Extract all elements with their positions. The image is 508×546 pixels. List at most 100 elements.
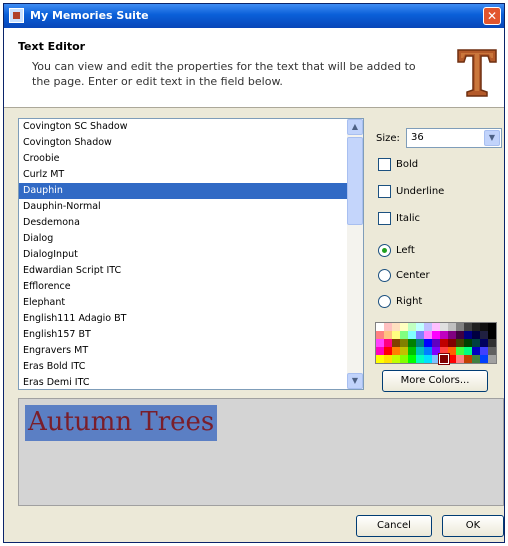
color-swatch[interactable] xyxy=(384,331,392,339)
color-swatch[interactable] xyxy=(416,331,424,339)
scroll-down-button[interactable]: ▼ xyxy=(347,373,363,389)
font-list-item[interactable]: Eras Bold ITC xyxy=(19,359,347,375)
scroll-thumb[interactable] xyxy=(347,137,363,225)
color-swatch[interactable] xyxy=(424,331,432,339)
color-swatch[interactable] xyxy=(448,323,456,331)
font-list-item[interactable]: Covington SC Shadow xyxy=(19,119,347,135)
font-list-item[interactable]: Curlz MT xyxy=(19,167,347,183)
color-swatch[interactable] xyxy=(392,347,400,355)
font-list-item[interactable]: DialogInput xyxy=(19,247,347,263)
radio-button[interactable] xyxy=(378,244,391,257)
size-dropdown[interactable]: 36 ▼ xyxy=(406,128,502,148)
font-list-item[interactable]: Elephant xyxy=(19,295,347,311)
color-swatch[interactable] xyxy=(432,347,440,355)
color-swatch[interactable] xyxy=(416,355,424,363)
color-swatch[interactable] xyxy=(408,323,416,331)
chevron-down-icon[interactable]: ▼ xyxy=(484,130,500,146)
font-list-item[interactable]: Eras Demi ITC xyxy=(19,375,347,389)
color-swatch[interactable] xyxy=(480,355,488,363)
color-swatch[interactable] xyxy=(488,331,496,339)
color-swatch[interactable] xyxy=(408,347,416,355)
color-swatch[interactable] xyxy=(392,355,400,363)
color-swatch[interactable] xyxy=(472,347,480,355)
color-swatch[interactable] xyxy=(432,331,440,339)
font-list-item[interactable]: Covington Shadow xyxy=(19,135,347,151)
color-swatch[interactable] xyxy=(480,339,488,347)
color-swatch[interactable] xyxy=(408,355,416,363)
color-swatch[interactable] xyxy=(440,323,448,331)
color-swatch[interactable] xyxy=(392,331,400,339)
radio-button[interactable] xyxy=(378,269,391,282)
color-swatch[interactable] xyxy=(488,355,496,363)
color-swatch[interactable] xyxy=(384,347,392,355)
color-swatch[interactable] xyxy=(376,339,384,347)
font-list-item[interactable]: Engravers MT xyxy=(19,343,347,359)
ok-button[interactable]: OK xyxy=(442,515,504,537)
color-swatch[interactable] xyxy=(456,339,464,347)
color-swatch[interactable] xyxy=(376,323,384,331)
more-colors-button[interactable]: More Colors... xyxy=(382,370,488,392)
color-swatch[interactable] xyxy=(472,339,480,347)
color-swatch[interactable] xyxy=(456,331,464,339)
color-swatch[interactable] xyxy=(408,339,416,347)
color-swatch[interactable] xyxy=(448,355,456,363)
text-preview-field[interactable]: Autumn Trees xyxy=(18,398,504,506)
font-list-item[interactable]: Dauphin-Normal xyxy=(19,199,347,215)
title-bar[interactable]: My Memories Suite ✕ xyxy=(4,4,504,28)
color-swatch[interactable] xyxy=(392,339,400,347)
color-swatch[interactable] xyxy=(439,354,449,364)
checkbox-box[interactable] xyxy=(378,158,391,171)
color-swatch[interactable] xyxy=(400,331,408,339)
color-swatch[interactable] xyxy=(488,323,496,331)
color-swatch[interactable] xyxy=(384,355,392,363)
color-swatch[interactable] xyxy=(464,355,472,363)
color-swatch[interactable] xyxy=(416,339,424,347)
color-swatch[interactable] xyxy=(440,347,448,355)
color-swatch[interactable] xyxy=(424,347,432,355)
font-list-item[interactable]: Efflorence xyxy=(19,279,347,295)
color-swatch[interactable] xyxy=(480,331,488,339)
font-list-item[interactable]: Desdemona xyxy=(19,215,347,231)
color-swatch[interactable] xyxy=(424,339,432,347)
color-swatch[interactable] xyxy=(432,323,440,331)
preview-text[interactable]: Autumn Trees xyxy=(25,405,218,441)
color-swatch[interactable] xyxy=(392,323,400,331)
color-swatch[interactable] xyxy=(456,347,464,355)
checkbox-box[interactable] xyxy=(378,185,391,198)
color-swatch[interactable] xyxy=(424,355,432,363)
color-swatch[interactable] xyxy=(400,339,408,347)
color-swatch[interactable] xyxy=(440,339,448,347)
color-swatch[interactable] xyxy=(416,323,424,331)
color-swatch[interactable] xyxy=(440,331,448,339)
color-swatch[interactable] xyxy=(384,339,392,347)
font-list-scrollbar[interactable]: ▲ ▼ xyxy=(347,119,363,389)
color-swatch[interactable] xyxy=(400,323,408,331)
font-list-item[interactable]: English157 BT xyxy=(19,327,347,343)
color-swatch[interactable] xyxy=(432,339,440,347)
color-swatch[interactable] xyxy=(376,347,384,355)
color-swatch[interactable] xyxy=(488,339,496,347)
color-swatch[interactable] xyxy=(432,355,440,363)
color-swatch[interactable] xyxy=(464,347,472,355)
color-swatch[interactable] xyxy=(424,323,432,331)
font-list[interactable]: Covington SC Shadow Covington Shadow Croob… xyxy=(18,118,364,390)
font-list-item[interactable]: Croobie xyxy=(19,151,347,167)
color-swatch[interactable] xyxy=(416,347,424,355)
color-swatch[interactable] xyxy=(400,355,408,363)
color-swatch[interactable] xyxy=(408,331,416,339)
color-swatch[interactable] xyxy=(400,347,408,355)
color-swatch[interactable] xyxy=(464,331,472,339)
color-swatch[interactable] xyxy=(448,331,456,339)
cancel-button[interactable]: Cancel xyxy=(356,515,432,537)
color-swatch[interactable] xyxy=(464,323,472,331)
radio-button[interactable] xyxy=(378,295,391,308)
color-swatch[interactable] xyxy=(480,347,488,355)
checkbox-box[interactable] xyxy=(378,212,391,225)
font-list-item[interactable]: English111 Adagio BT xyxy=(19,311,347,327)
color-swatch[interactable] xyxy=(376,355,384,363)
color-swatch[interactable] xyxy=(384,323,392,331)
font-list-item[interactable]: Edwardian Script ITC xyxy=(19,263,347,279)
color-swatch[interactable] xyxy=(456,323,464,331)
color-swatch[interactable] xyxy=(456,355,464,363)
color-swatch[interactable] xyxy=(488,347,496,355)
